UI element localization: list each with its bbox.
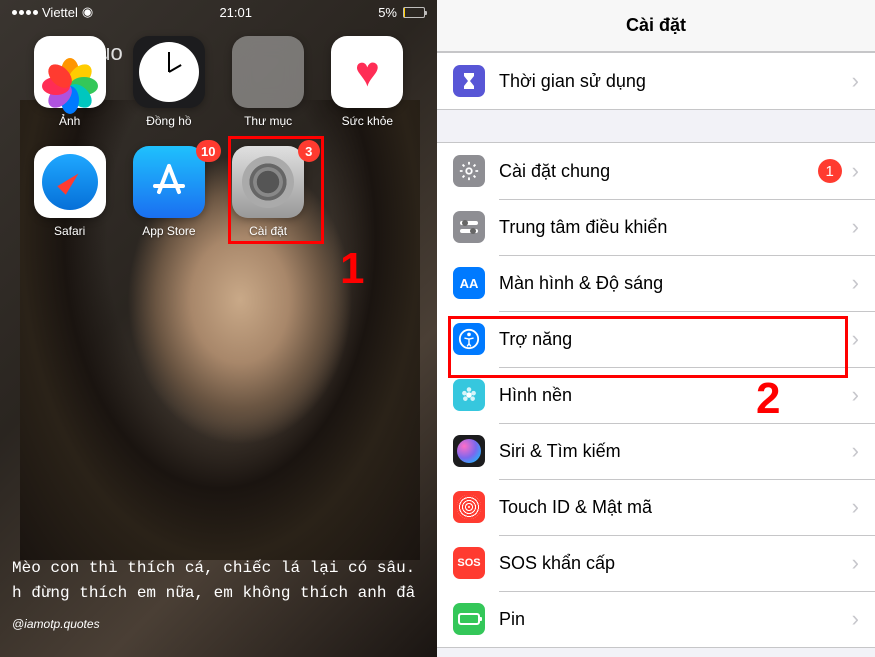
chevron-right-icon: › <box>852 382 859 408</box>
siri-icon <box>453 435 485 467</box>
chevron-right-icon: › <box>852 494 859 520</box>
item-label: Cài đặt chung <box>499 161 818 182</box>
item-label: Touch ID & Mật mã <box>499 497 852 518</box>
screentime-item[interactable]: Thời gian sử dụng › <box>437 53 875 109</box>
page-title: Cài đặt <box>626 15 686 36</box>
item-label: Pin <box>499 609 852 630</box>
control-center-item[interactable]: Trung tâm điều khiển › <box>437 199 875 255</box>
safari-icon <box>34 146 106 218</box>
home-screen: quo Viettel ◉ 21:01 5% <box>0 0 437 657</box>
flower-icon <box>453 379 485 411</box>
app-label: Ảnh <box>59 114 80 128</box>
chevron-right-icon: › <box>852 68 859 94</box>
app-grid: Ảnh Đồng hồ Thư mục ♥ Sức khỏe Safa <box>0 36 437 238</box>
app-label: Sức khỏe <box>342 114 393 128</box>
hourglass-icon <box>453 65 485 97</box>
item-label: Trung tâm điều khiển <box>499 217 852 238</box>
safari-app[interactable]: Safari <box>24 146 115 238</box>
photos-app[interactable]: Ảnh <box>24 36 115 128</box>
app-label: Thư mục <box>244 114 292 128</box>
sos-icon: SOS <box>453 547 485 579</box>
app-label: Safari <box>54 224 85 238</box>
chevron-right-icon: › <box>852 550 859 576</box>
toggle-icon <box>453 211 485 243</box>
settings-header: Cài đặt <box>437 0 875 52</box>
chevron-right-icon: › <box>852 606 859 632</box>
folder-app[interactable]: Thư mục <box>223 36 314 128</box>
battery-icon <box>403 7 425 18</box>
wallpaper-credit: @iamotp.quotes <box>12 617 100 631</box>
clock-app[interactable]: Đồng hồ <box>123 36 214 128</box>
clock-time: 21:01 <box>219 5 252 20</box>
status-bar: Viettel ◉ 21:01 5% <box>0 0 437 24</box>
item-label: Hình nền <box>499 385 852 406</box>
siri-item[interactable]: Siri & Tìm kiếm › <box>437 423 875 479</box>
wifi-icon: ◉ <box>82 4 93 20</box>
annotation-step-2: 2 <box>756 374 780 424</box>
battery-icon <box>453 603 485 635</box>
display-item[interactable]: AA Màn hình & Độ sáng › <box>437 255 875 311</box>
chevron-right-icon: › <box>852 270 859 296</box>
annotation-highlight-2 <box>448 316 848 378</box>
battery-item[interactable]: Pin › <box>437 591 875 647</box>
item-label: Màn hình & Độ sáng <box>499 273 852 294</box>
battery-percent: 5% <box>378 5 397 20</box>
sos-item[interactable]: SOS SOS khẩn cấp › <box>437 535 875 591</box>
app-label: Đồng hồ <box>146 114 191 128</box>
health-app[interactable]: ♥ Sức khỏe <box>322 36 413 128</box>
gear-icon <box>453 155 485 187</box>
annotation-step-1: 1 <box>340 244 364 294</box>
carrier-label: Viettel <box>42 5 78 20</box>
item-label: Siri & Tìm kiếm <box>499 441 852 462</box>
chevron-right-icon: › <box>852 438 859 464</box>
general-item[interactable]: Cài đặt chung 1 › <box>437 143 875 199</box>
appstore-app[interactable]: 10 App Store <box>123 146 214 238</box>
app-label: App Store <box>142 224 195 238</box>
chevron-right-icon: › <box>852 158 859 184</box>
badge: 1 <box>818 159 842 183</box>
item-label: SOS khẩn cấp <box>499 553 852 574</box>
chevron-right-icon: › <box>852 326 859 352</box>
photos-icon <box>34 36 106 108</box>
touchid-item[interactable]: Touch ID & Mật mã › <box>437 479 875 535</box>
clock-icon <box>133 36 205 108</box>
signal-icon <box>12 10 38 15</box>
item-label: Thời gian sử dụng <box>499 71 852 92</box>
annotation-highlight-1 <box>228 136 324 244</box>
fingerprint-icon <box>453 491 485 523</box>
wallpaper-quote: Mèo con thì thích cá, chiếc lá lại có sâ… <box>0 556 437 607</box>
badge: 10 <box>196 140 220 162</box>
folder-icon <box>232 36 304 108</box>
appstore-icon <box>133 146 205 218</box>
health-icon: ♥ <box>331 36 403 108</box>
chevron-right-icon: › <box>852 214 859 240</box>
text-size-icon: AA <box>453 267 485 299</box>
